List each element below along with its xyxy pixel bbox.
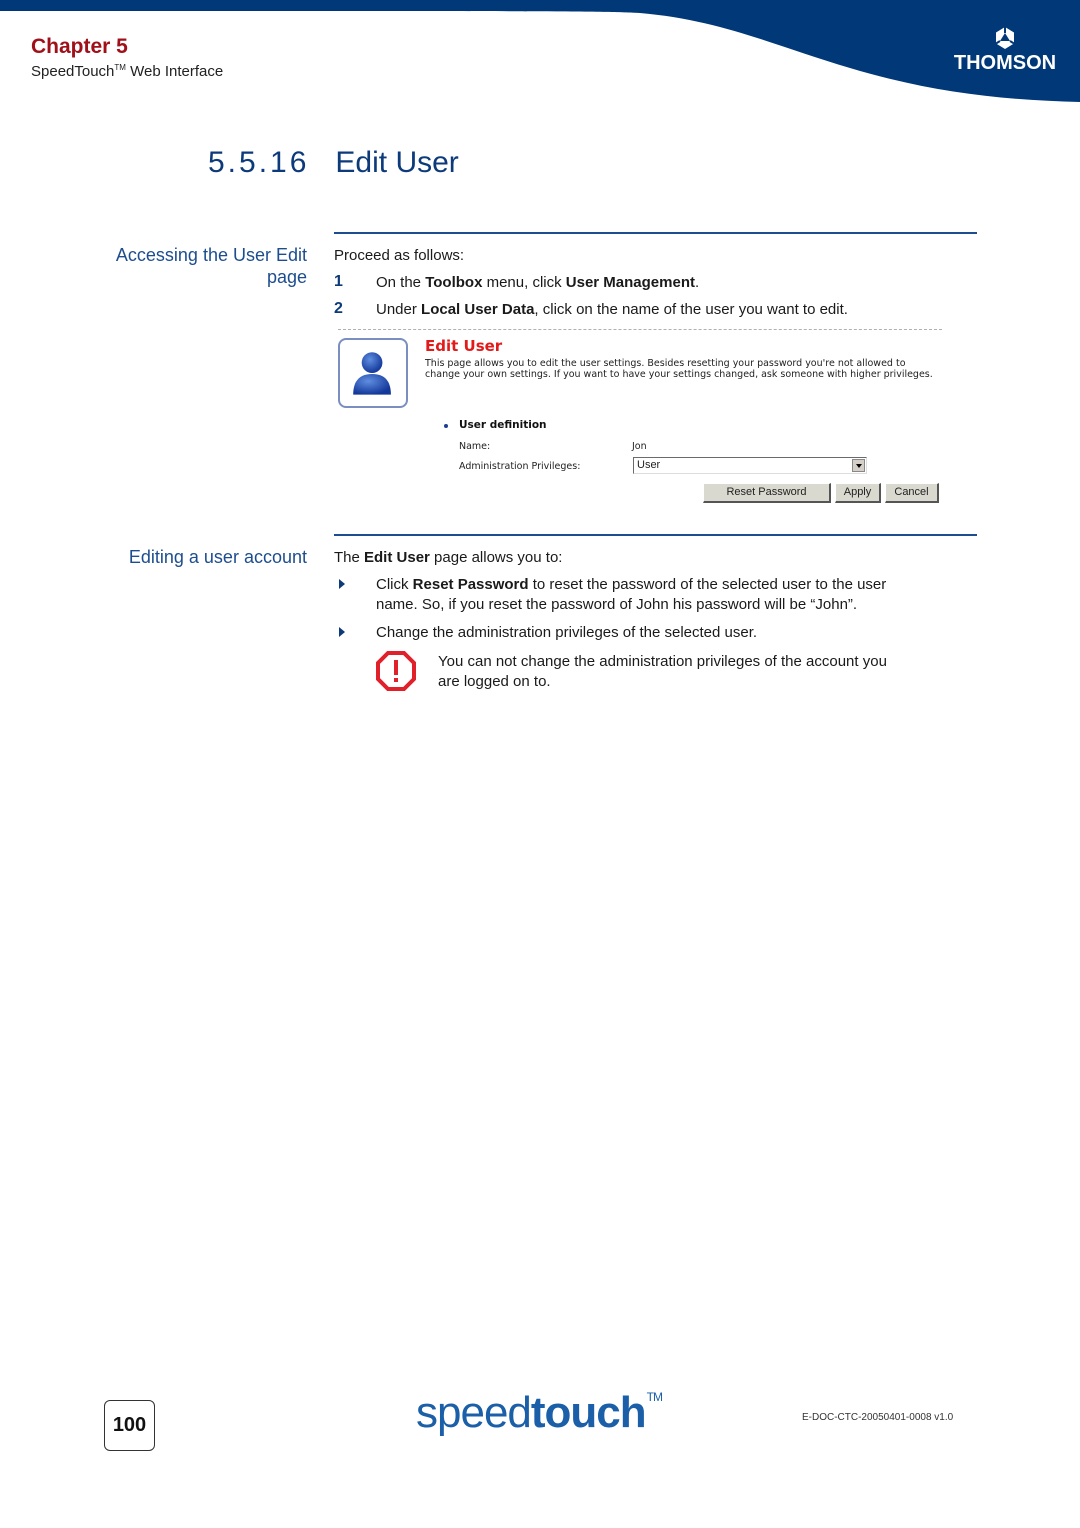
- thomson-logo-icon: [995, 27, 1015, 49]
- bullet-arrow-icon: [339, 627, 345, 637]
- edit-user-page-title: Edit User: [425, 337, 503, 355]
- local-user-data-ref: Local User Data: [421, 301, 535, 318]
- subtitle-product: SpeedTouch: [31, 63, 115, 80]
- reset-password-ref: Reset Password: [412, 576, 529, 593]
- warning-stop-icon: [376, 651, 416, 691]
- name-label: Name:: [459, 441, 491, 452]
- bullet-1-text: Click Reset Password to reset the passwo…: [376, 576, 887, 613]
- step-number-1: 1: [334, 273, 343, 290]
- step-1-text: On the Toolbox menu, click User Manageme…: [376, 274, 700, 291]
- section-divider: [334, 232, 977, 234]
- edit-user-description: This page allows you to edit the user se…: [425, 358, 933, 380]
- section-number: 5.5.16: [208, 146, 310, 179]
- privileges-selected-value: User: [637, 459, 661, 471]
- dashed-divider: [338, 329, 942, 330]
- step-2-text: Under Local User Data, click on the name…: [376, 301, 848, 318]
- section-divider: [334, 534, 977, 536]
- accessing-heading-line1: Accessing the User Edit: [115, 245, 307, 265]
- brand-light: speed: [416, 1388, 532, 1437]
- subtitle-rest: Web Interface: [125, 63, 224, 80]
- section-name: Edit User: [335, 146, 459, 179]
- cancel-button[interactable]: Cancel: [885, 483, 939, 503]
- toolbox-menu-ref: Toolbox: [425, 274, 483, 291]
- brand-trademark: TM: [646, 1390, 663, 1404]
- edit-user-ref: Edit User: [364, 549, 430, 566]
- speedtouch-logo: speedtouchTM: [416, 1388, 663, 1438]
- chapter-subtitle: SpeedTouchTM Web Interface: [31, 63, 223, 80]
- dropdown-arrow-icon[interactable]: [852, 459, 865, 472]
- bullet-2-text: Change the administration privileges of …: [376, 624, 758, 641]
- privileges-label: Administration Privileges:: [459, 461, 581, 472]
- accessing-heading-line2: page: [266, 267, 307, 287]
- step-number-2: 2: [334, 300, 343, 317]
- reset-password-button[interactable]: Reset Password: [703, 483, 831, 503]
- section-title: 5.5.16 Edit User: [208, 146, 459, 180]
- thomson-wordmark: THOMSON: [953, 52, 1057, 74]
- proceed-intro: Proceed as follows:: [334, 247, 465, 264]
- header-banner: [0, 0, 1080, 102]
- user-management-ref: User Management: [565, 274, 695, 291]
- editing-heading: Editing a user account: [128, 547, 307, 567]
- name-value: Jon: [632, 441, 647, 452]
- apply-button[interactable]: Apply: [835, 483, 881, 503]
- brand-bold: touch: [530, 1388, 647, 1437]
- bullet-dot-icon: [444, 424, 448, 428]
- bullet-arrow-icon: [339, 579, 345, 589]
- edit-user-screenshot: Edit User This page allows you to edit t…: [334, 326, 942, 508]
- privileges-select[interactable]: User: [633, 457, 867, 474]
- accessing-heading: Accessing the User Edit page: [116, 244, 307, 288]
- trademark-mark: TM: [114, 63, 126, 72]
- page-number: 100: [104, 1400, 155, 1451]
- chapter-label: Chapter 5: [31, 35, 128, 58]
- user-definition-heading: User definition: [459, 419, 547, 431]
- user-icon: [353, 352, 391, 395]
- thomson-logo: THOMSON: [950, 26, 1060, 81]
- document-id: E-DOC-CTC-20050401-0008 v1.0: [802, 1412, 954, 1423]
- editing-intro: The Edit User page allows you to:: [334, 549, 563, 566]
- user-avatar-frame: [338, 338, 408, 408]
- warning-text: You can not change the administration pr…: [438, 653, 887, 690]
